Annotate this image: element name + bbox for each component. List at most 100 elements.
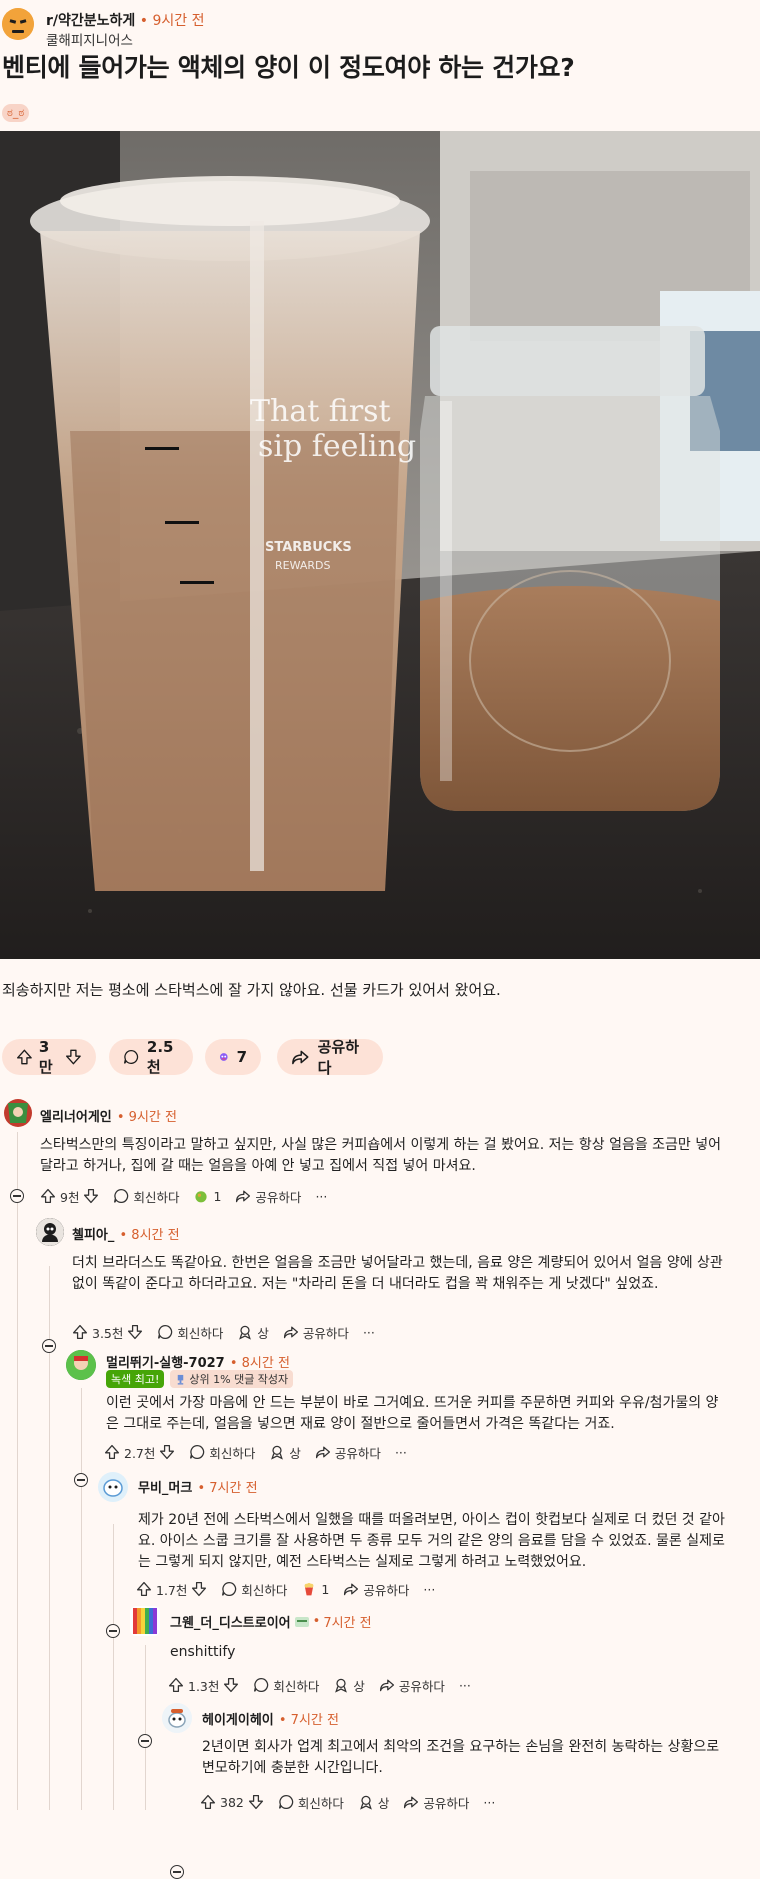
- award-button[interactable]: 상: [333, 1676, 365, 1695]
- award-button[interactable]: 상: [358, 1793, 389, 1812]
- upvote-icon[interactable]: [200, 1794, 216, 1810]
- comment-text: 2년이면 회사가 업계 최고에서 최악의 조건을 요구하는 손님을 완전히 농락…: [202, 1739, 720, 1776]
- post-author[interactable]: 쿨해피지니어스: [46, 29, 133, 49]
- reply-button[interactable]: 회신하다: [189, 1443, 255, 1462]
- collapse-button[interactable]: [170, 1865, 184, 1879]
- avatar[interactable]: [66, 1350, 96, 1380]
- comments-button[interactable]: 2.5천: [109, 1037, 193, 1076]
- comment-actions: 1.7천 회신하다 1 공유하다 ···: [136, 1578, 435, 1600]
- share-button[interactable]: 공유하다: [283, 1323, 349, 1342]
- share-button[interactable]: 공유하다: [277, 1038, 383, 1077]
- comment-text: 스타벅스만의 특징이라고 말하고 싶지만, 사실 많은 커피숍에서 이렇게 하는…: [40, 1137, 722, 1174]
- upvote-icon[interactable]: [16, 1047, 33, 1067]
- downvote-icon[interactable]: [248, 1794, 264, 1810]
- thread-line-5[interactable]: [145, 1645, 146, 1810]
- collapse-button[interactable]: [74, 1473, 88, 1487]
- award-button[interactable]: 1: [301, 1581, 329, 1597]
- comment-author[interactable]: 멀리뛰기-실행-7027: [106, 1356, 225, 1371]
- post-body: 죄송하지만 저는 평소에 스타벅스에 잘 가지 않아요. 선물 카드가 있어서 …: [2, 981, 501, 999]
- downvote-icon[interactable]: [65, 1047, 82, 1067]
- reply-button[interactable]: 회신하다: [253, 1676, 319, 1695]
- share-button[interactable]: 공유하다: [235, 1187, 301, 1206]
- award-button[interactable]: 상: [269, 1443, 301, 1462]
- comment-text: enshittify: [170, 1644, 236, 1660]
- reply-button[interactable]: 회신하다: [113, 1187, 179, 1206]
- comment-icon: [254, 1677, 269, 1693]
- collapse-button[interactable]: [106, 1624, 120, 1638]
- subreddit-name[interactable]: r/약간분노하게: [46, 13, 135, 29]
- comment-count: 2.5천: [146, 1037, 174, 1076]
- downvote-icon[interactable]: [223, 1677, 239, 1693]
- collapse-button[interactable]: [10, 1189, 24, 1203]
- subreddit-avatar[interactable]: [2, 8, 34, 40]
- upvote-icon[interactable]: [168, 1677, 184, 1693]
- upvote-icon[interactable]: [40, 1188, 56, 1204]
- cup-print-line2: sip feeling: [258, 429, 416, 464]
- comment-vote-count: 3.5천: [92, 1325, 124, 1341]
- more-options-button[interactable]: ···: [363, 1325, 375, 1340]
- post-time: 9시간 전: [152, 13, 205, 29]
- comment-author[interactable]: 무비_머크: [138, 1481, 192, 1496]
- downvote-icon[interactable]: [159, 1444, 175, 1460]
- award-button[interactable]: 상: [237, 1323, 269, 1342]
- avatar[interactable]: [36, 1218, 64, 1246]
- comment-time: 9시간 전: [128, 1110, 177, 1125]
- thread-line-1[interactable]: [17, 1132, 18, 1810]
- thread-line-4[interactable]: [113, 1524, 114, 1810]
- comment-author[interactable]: 엘리너어게인: [40, 1110, 112, 1125]
- collapse-button[interactable]: [42, 1339, 56, 1353]
- user-avatar-icon: [133, 1608, 157, 1634]
- more-options-button[interactable]: ···: [395, 1445, 407, 1460]
- downvote-icon[interactable]: [191, 1581, 207, 1597]
- avatar[interactable]: [4, 1099, 32, 1127]
- share-icon: [283, 1326, 298, 1339]
- coffee-cups-photo: That first sip feeling STARBUCKS REWARDS: [0, 131, 760, 959]
- comment-author[interactable]: 헤이게이헤이: [202, 1713, 274, 1728]
- comment-author[interactable]: 쳴피아_: [72, 1228, 114, 1243]
- award-icon: [359, 1795, 372, 1810]
- post-flair: ಠ_ಠ: [2, 104, 30, 122]
- user-avatar-icon: [36, 1218, 64, 1246]
- award-icon: [335, 1678, 348, 1693]
- reply-button[interactable]: 회신하다: [221, 1580, 287, 1599]
- user-badge: 녹색 최고!: [106, 1370, 165, 1388]
- downvote-icon[interactable]: [83, 1188, 99, 1204]
- upvote-icon[interactable]: [104, 1444, 120, 1460]
- award-face-icon: [219, 1053, 228, 1061]
- comment-icon: [278, 1794, 294, 1810]
- upvote-icon[interactable]: [72, 1324, 88, 1340]
- avatar[interactable]: [162, 1703, 192, 1733]
- share-button[interactable]: 공유하다: [343, 1580, 409, 1599]
- award-button[interactable]: 7: [205, 1039, 261, 1075]
- avatar[interactable]: [130, 1606, 160, 1636]
- comment-vote-count: 382: [220, 1794, 244, 1810]
- reply-button[interactable]: 회신하다: [278, 1793, 344, 1812]
- avatar[interactable]: [98, 1472, 128, 1502]
- trophy-icon: [178, 1374, 184, 1385]
- vote-bar: 3만: [2, 1038, 96, 1076]
- thread-line-3[interactable]: [81, 1388, 82, 1810]
- post-image[interactable]: That first sip feeling STARBUCKS REWARDS: [0, 131, 760, 959]
- comment-text: 더치 브라더스도 똑같아요. 한번은 얼음을 조금만 넣어달라고 했는데, 음료…: [72, 1255, 723, 1292]
- more-options-button[interactable]: ···: [423, 1582, 435, 1597]
- award-button[interactable]: 1: [193, 1188, 221, 1204]
- popcorn-award-icon: [305, 1583, 314, 1596]
- comment-text: 이런 곳에서 가장 마음에 안 드는 부분이 바로 그거예요. 뜨거운 커피를 …: [106, 1395, 719, 1432]
- share-button[interactable]: 공유하다: [315, 1443, 381, 1462]
- share-button[interactable]: 공유하다: [379, 1676, 445, 1695]
- reply-button[interactable]: 회신하다: [157, 1323, 223, 1342]
- downvote-icon[interactable]: [127, 1324, 143, 1340]
- upvote-icon[interactable]: [136, 1581, 152, 1597]
- collapse-button[interactable]: [138, 1734, 152, 1748]
- comment-time: 7시간 전: [323, 1616, 372, 1631]
- share-icon: [404, 1796, 419, 1809]
- share-icon: [236, 1190, 251, 1203]
- share-button[interactable]: 공유하다: [403, 1793, 469, 1812]
- award-bag-icon: [195, 1191, 208, 1203]
- comment-author[interactable]: 그웬_더_디스트로이어: [170, 1612, 291, 1631]
- more-options-button[interactable]: ···: [483, 1795, 495, 1810]
- user-avatar-icon: [98, 1472, 128, 1502]
- more-options-button[interactable]: ···: [315, 1189, 327, 1204]
- comment-actions: 1.3천 회신하다 상 공유하다 ···: [168, 1674, 471, 1696]
- more-options-button[interactable]: ···: [459, 1678, 471, 1693]
